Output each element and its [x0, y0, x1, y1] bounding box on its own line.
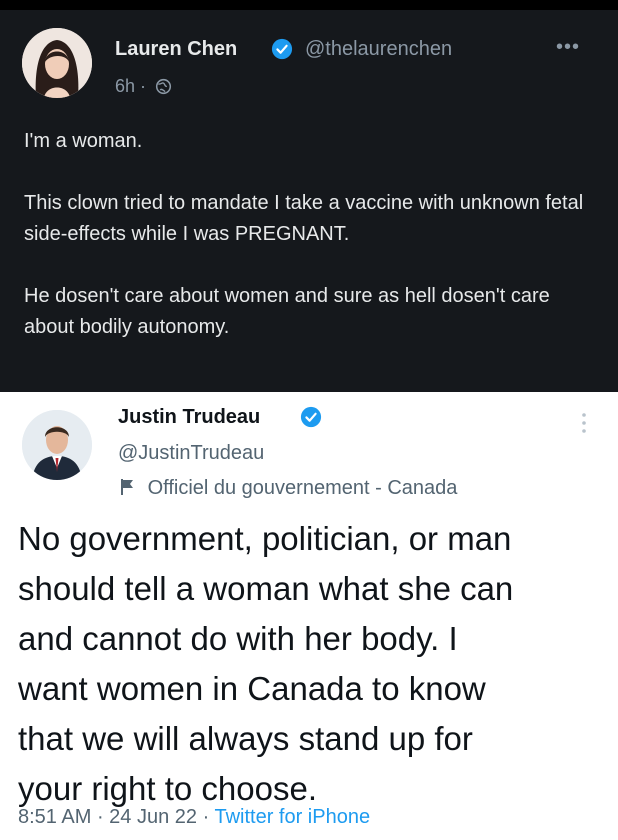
tweet-time[interactable]: 8:51 AM: [18, 806, 91, 828]
verified-badge-icon: [271, 38, 293, 60]
meta-separator: ·: [140, 76, 147, 96]
tweet-text: I'm a woman. This clown tried to mandate…: [24, 126, 594, 343]
avatar-portrait-image: [22, 28, 92, 98]
globe-icon: [155, 78, 172, 95]
tweet-paragraph: This clown tried to mandate I take a vac…: [24, 192, 584, 245]
verified-badge-icon: [300, 406, 322, 428]
more-vertical-icon[interactable]: [578, 410, 590, 436]
government-label: Officiel du gouvernement - Canada: [120, 477, 457, 500]
tweet-paragraph: He dosen't care about women and sure as …: [24, 285, 550, 338]
footer-separator: ·: [91, 806, 110, 828]
tweet-footer: 8:51 AM · 24 Jun 22 · Twitter for iPhone: [18, 806, 370, 829]
avatar-portrait-image: [22, 410, 92, 480]
tweet-source-link[interactable]: Twitter for iPhone: [214, 806, 370, 828]
avatar-justin-trudeau[interactable]: [22, 410, 92, 480]
avatar-lauren-chen[interactable]: [22, 28, 92, 98]
tweet-lauren-chen: Lauren Chen @thelaurenchen ••• 6h · I'm …: [0, 0, 618, 392]
author-name[interactable]: Justin Trudeau: [118, 406, 260, 429]
tweet-paragraph: I'm a woman.: [24, 130, 143, 152]
author-handle[interactable]: @JustinTrudeau: [118, 442, 264, 465]
government-flag-icon: [121, 479, 133, 495]
tweet-time[interactable]: 6h: [115, 76, 135, 96]
tweet-date[interactable]: 24 Jun 22: [109, 806, 197, 828]
government-label-text: Officiel du gouvernement - Canada: [147, 477, 458, 499]
more-horizontal-icon[interactable]: •••: [556, 36, 580, 59]
tweet-justin-trudeau: Justin Trudeau @JustinTrudeau Officiel d…: [0, 392, 618, 840]
author-name[interactable]: Lauren Chen: [115, 38, 237, 61]
tweet-meta: 6h ·: [115, 76, 172, 97]
author-handle[interactable]: @thelaurenchen: [305, 38, 452, 61]
footer-separator: ·: [197, 806, 215, 828]
tweet-text: No government, politician, or man should…: [18, 520, 514, 807]
